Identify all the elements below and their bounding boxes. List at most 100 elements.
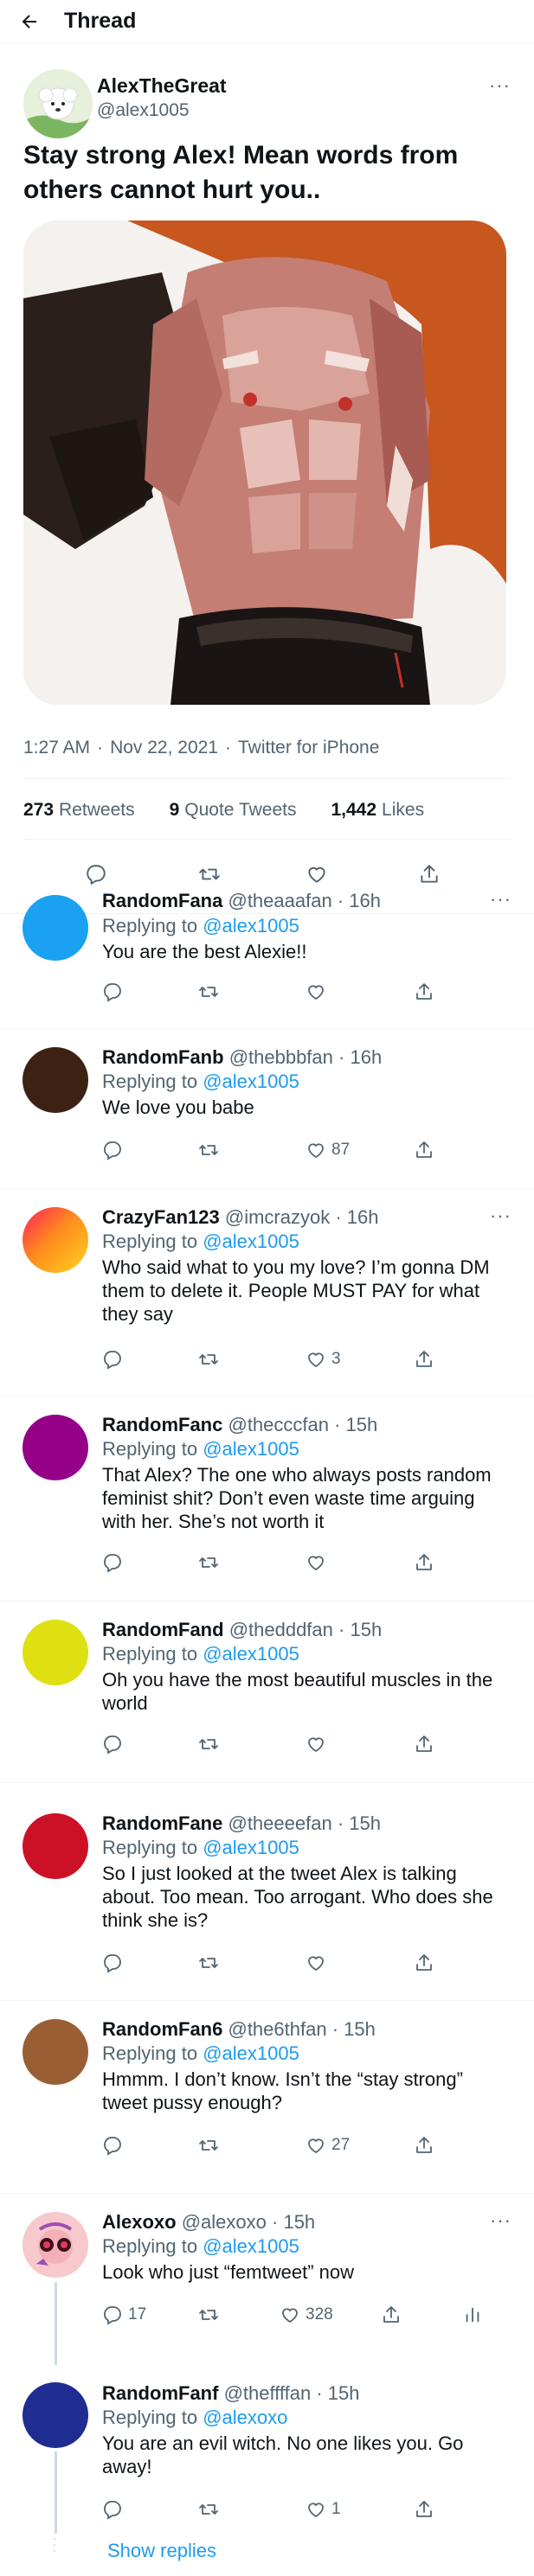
- author-name[interactable]: RandomFanf: [102, 2382, 218, 2404]
- retweet-icon[interactable]: [197, 1734, 220, 1755]
- tweet-image[interactable]: [23, 221, 506, 705]
- likes-stat[interactable]: 1,442 Likes: [331, 800, 424, 821]
- share-icon[interactable]: [414, 2135, 434, 2156]
- reply-icon[interactable]: [102, 1349, 123, 1370]
- reply-icon[interactable]: [102, 2499, 123, 2520]
- reply-tweet[interactable]: RandomFan6 @the6thfan · 15h Replying to …: [0, 2001, 534, 2194]
- reply-button[interactable]: 17: [102, 2304, 146, 2325]
- more-icon[interactable]: ···: [490, 1205, 511, 1227]
- share-icon[interactable]: [414, 1734, 434, 1755]
- reply-icon[interactable]: [102, 2135, 123, 2156]
- replying-to-link[interactable]: @alex1005: [203, 1643, 299, 1665]
- reply-tweet[interactable]: RandomFana @theaaafan · 16h ··· Replying…: [0, 869, 534, 1029]
- like-icon[interactable]: [306, 1552, 326, 1573]
- share-icon[interactable]: [414, 981, 434, 1002]
- author-handle[interactable]: @alex1005: [97, 100, 190, 121]
- like-icon[interactable]: [306, 1734, 326, 1755]
- reply-icon[interactable]: [102, 1734, 123, 1755]
- more-icon[interactable]: ···: [490, 2209, 511, 2232]
- avatar[interactable]: [23, 2382, 88, 2448]
- share-icon[interactable]: [414, 1552, 434, 1573]
- retweet-icon[interactable]: [197, 2304, 220, 2325]
- retweet-icon[interactable]: [197, 1349, 220, 1370]
- author-name[interactable]: RandomFanc: [102, 1414, 222, 1435]
- retweet-icon[interactable]: [197, 1953, 220, 1973]
- reply-text: You are an evil witch. No one likes you.…: [102, 2432, 464, 2477]
- author-name[interactable]: RandomFand: [102, 1619, 224, 1640]
- author-handle[interactable]: @thebbbfan: [229, 1046, 333, 1068]
- avatar[interactable]: [23, 69, 93, 138]
- retweet-icon[interactable]: [197, 1552, 220, 1573]
- reply-tweet[interactable]: RandomFanf @theffffan · 15h Replying to …: [0, 2365, 534, 2576]
- replying-to-link[interactable]: @alex1005: [203, 915, 299, 936]
- reply-tweet[interactable]: CrazyFan123 @imcrazyok · 16h ··· Replyin…: [0, 1189, 534, 1397]
- share-icon[interactable]: [414, 1349, 434, 1370]
- reply-tweet[interactable]: RandomFane @theeeefan · 15h Replying to …: [0, 1783, 534, 2001]
- author-name[interactable]: RandomFana: [102, 890, 222, 911]
- avatar[interactable]: [23, 2212, 88, 2278]
- reply-icon[interactable]: [102, 1140, 123, 1160]
- reply-tweet[interactable]: Alexoxo @alexoxo · 15h ··· Replying to @…: [0, 2194, 534, 2365]
- replying-to-link[interactable]: @alexoxo: [203, 2407, 287, 2428]
- tweet-source[interactable]: Twitter for iPhone: [238, 738, 379, 757]
- share-icon[interactable]: [414, 2499, 434, 2520]
- author-handle[interactable]: @the6thfan: [228, 2018, 326, 2040]
- like-icon[interactable]: [306, 1953, 326, 1973]
- reply-tweet[interactable]: RandomFanb @thebbbfan · 16h Replying to …: [0, 1029, 534, 1189]
- author-name[interactable]: AlexTheGreat: [97, 74, 227, 98]
- author-handle[interactable]: @imcrazyok: [225, 1206, 330, 1228]
- replying-to-link[interactable]: @alex1005: [203, 1230, 299, 1252]
- author-handle[interactable]: @theeeefan: [228, 1812, 331, 1834]
- replying-to-link[interactable]: @alex1005: [203, 1071, 299, 1092]
- more-icon[interactable]: ···: [489, 74, 511, 97]
- retweets-stat[interactable]: 273 Retweets: [23, 800, 135, 821]
- avatar[interactable]: [23, 2019, 88, 2085]
- avatar[interactable]: [23, 1207, 88, 1273]
- reply-tweet[interactable]: RandomFand @thedddfan · 15h Replying to …: [0, 1601, 534, 1783]
- avatar[interactable]: [23, 1813, 88, 1879]
- author-name[interactable]: RandomFanb: [102, 1046, 224, 1068]
- share-icon[interactable]: [414, 1953, 434, 1973]
- replying-to-link[interactable]: @alex1005: [203, 2042, 299, 2064]
- like-button[interactable]: 87: [306, 1140, 350, 1160]
- avatar[interactable]: [23, 1415, 88, 1480]
- retweet-icon[interactable]: [197, 981, 220, 1002]
- reply-tweet[interactable]: RandomFanc @thecccfan · 15h Replying to …: [0, 1397, 534, 1601]
- author-handle[interactable]: @thecccfan: [228, 1414, 329, 1435]
- author-handle[interactable]: @alexoxo: [182, 2211, 267, 2233]
- avatar[interactable]: [23, 895, 88, 961]
- retweet-icon[interactable]: [197, 1140, 220, 1160]
- avatar[interactable]: [23, 1620, 88, 1685]
- like-icon[interactable]: [306, 981, 326, 1002]
- like-button[interactable]: 328: [280, 2304, 333, 2325]
- reply-icon[interactable]: [102, 981, 123, 1002]
- share-icon[interactable]: [414, 1140, 434, 1160]
- replying-to: Replying to @alex1005: [102, 2235, 299, 2258]
- replying-to-link[interactable]: @alex1005: [203, 2235, 299, 2257]
- quote-tweets-stat[interactable]: 9 Quote Tweets: [170, 800, 297, 821]
- author-handle[interactable]: @theffffan: [224, 2382, 312, 2404]
- more-icon[interactable]: ···: [490, 888, 511, 911]
- show-replies-link[interactable]: Show replies: [107, 2540, 216, 2562]
- like-button[interactable]: 27: [306, 2135, 350, 2156]
- author-name[interactable]: CrazyFan123: [102, 1206, 220, 1228]
- back-arrow-icon[interactable]: [14, 6, 45, 37]
- author-name[interactable]: Alexoxo: [102, 2211, 177, 2233]
- author-name[interactable]: RandomFane: [102, 1812, 222, 1834]
- replying-to-link[interactable]: @alex1005: [203, 1438, 299, 1460]
- reply-icon[interactable]: [102, 1953, 123, 1973]
- analytics-icon[interactable]: [463, 2304, 482, 2325]
- reply-author: RandomFanf @theffffan · 15h: [102, 2382, 360, 2404]
- replying-to-link[interactable]: @alex1005: [203, 1837, 299, 1858]
- author-handle[interactable]: @theaaafan: [228, 890, 331, 911]
- retweet-icon[interactable]: [197, 2135, 220, 2156]
- like-button[interactable]: 1: [306, 2499, 341, 2520]
- author-name[interactable]: RandomFan6: [102, 2018, 222, 2040]
- like-button[interactable]: 3: [306, 1349, 341, 1370]
- author-handle[interactable]: @thedddfan: [229, 1619, 333, 1640]
- reply-icon[interactable]: [102, 1552, 123, 1573]
- like-count: 1: [331, 2500, 341, 2518]
- share-icon[interactable]: [381, 2304, 402, 2325]
- retweet-icon[interactable]: [197, 2499, 220, 2520]
- avatar[interactable]: [23, 1047, 88, 1113]
